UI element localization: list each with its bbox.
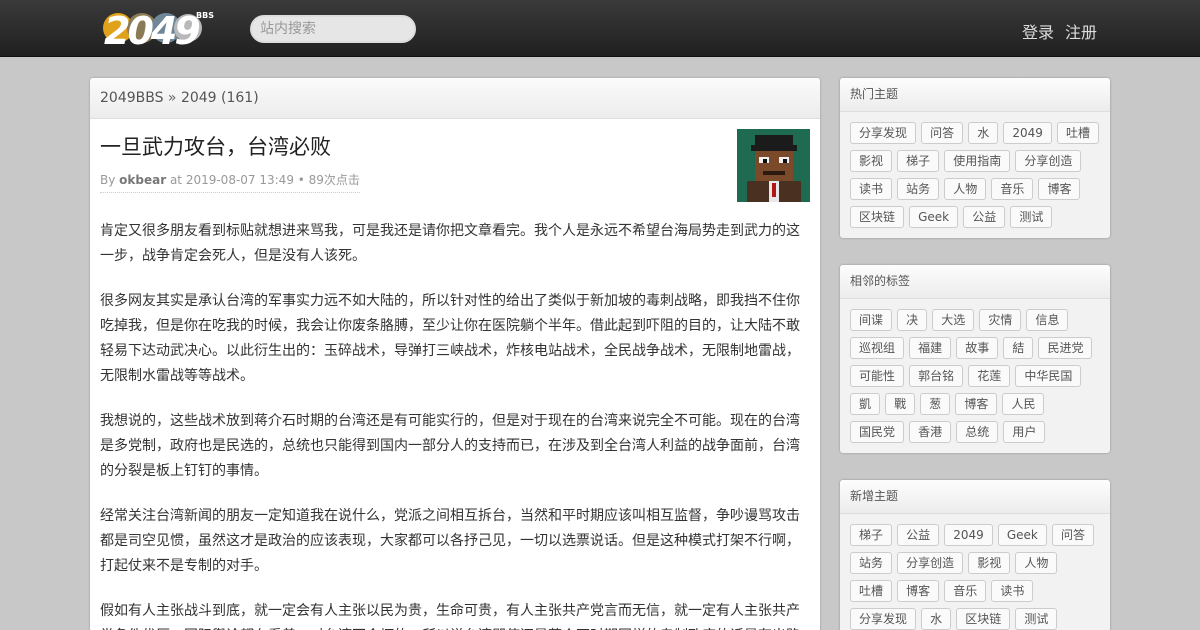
tag-link[interactable]: 水	[921, 608, 952, 630]
tag-link[interactable]: 凱	[850, 393, 881, 415]
tag-link[interactable]: 灾情	[979, 309, 1022, 331]
logo-graphic: 2049 BBS	[103, 9, 214, 53]
tag-link[interactable]: 結	[1003, 337, 1034, 359]
tag-link[interactable]: 读书	[991, 580, 1034, 602]
post-paragraph: 肯定又很多朋友看到标贴就想进来骂我，可是我还是请你把文章看完。我个人是永远不希望…	[100, 223, 800, 264]
tag-link[interactable]: 博客	[955, 393, 998, 415]
tag-link[interactable]: 音乐	[944, 580, 987, 602]
tag-link[interactable]: 人物	[944, 178, 987, 200]
site-logo[interactable]: 2049 BBS	[102, 6, 217, 53]
tag-link[interactable]: 香港	[909, 421, 952, 443]
logo-subtext: BBS	[196, 11, 214, 20]
tag-link[interactable]: 站务	[897, 178, 940, 200]
tag-link[interactable]: 2049	[1003, 122, 1052, 144]
tag-link[interactable]: 使用指南	[944, 150, 1011, 172]
tag-link[interactable]: Geek	[997, 524, 1047, 546]
tag-link[interactable]: 水	[968, 122, 999, 144]
post-panel: 2049BBS » 2049 (161) 一旦武力攻台，台湾必败 By okbe…	[90, 78, 820, 630]
tag-link[interactable]: 吐槽	[850, 580, 893, 602]
tag-link[interactable]: 问答	[1051, 524, 1094, 546]
tag-link[interactable]: 测试	[1015, 608, 1058, 630]
tag-link[interactable]: 2049	[944, 524, 993, 546]
top-navigation-bar: 2049 BBS 登录 注册	[0, 0, 1200, 57]
tag-link[interactable]: 站务	[850, 552, 893, 574]
login-link[interactable]: 登录	[1022, 19, 1054, 43]
breadcrumb-node-link[interactable]: 2049 (161)	[181, 90, 259, 106]
hot-topics-tags: 分享发现 问答 水 2049 吐槽 影视 梯子 使用指南 分享创造 读书 站务 …	[840, 112, 1110, 238]
tag-link[interactable]: 花莲	[968, 365, 1011, 387]
tag-link[interactable]: 民进党	[1038, 337, 1093, 359]
tag-link[interactable]: 间谍	[850, 309, 893, 331]
tag-link[interactable]: 总统	[956, 421, 999, 443]
post-content: 肯定又很多朋友看到标贴就想进来骂我，可是我还是请你把文章看完。我个人是永远不希望…	[90, 219, 820, 630]
tag-link[interactable]: 故事	[956, 337, 999, 359]
new-topics-title: 新增主题	[840, 480, 1110, 514]
tag-link[interactable]: 区块链	[850, 206, 905, 228]
tag-link[interactable]: 分享发现	[850, 122, 917, 144]
author-avatar[interactable]	[737, 129, 810, 202]
tag-link[interactable]: 决	[897, 309, 928, 331]
post-paragraph: 假如有人主张战斗到底，就一定会有人主张以民为贵，生命可贵，有人主张共产党言而无信…	[100, 603, 800, 630]
new-topics-box: 新增主题 梯子 公益 2049 Geek 问答 站务 分享创造 影视 人物 吐槽…	[840, 480, 1110, 630]
tag-link[interactable]: 巡视组	[850, 337, 905, 359]
breadcrumb: 2049BBS » 2049 (161)	[90, 78, 820, 119]
avatar-pixel-art	[737, 129, 810, 202]
meta-time-views: at 2019-08-07 13:49 • 89次点击	[166, 173, 360, 187]
tag-link[interactable]: 吐槽	[1056, 122, 1099, 144]
tag-link[interactable]: 人物	[1015, 552, 1058, 574]
post-title: 一旦武力攻台，台湾必败	[100, 135, 331, 159]
breadcrumb-separator: »	[163, 90, 181, 106]
tag-link[interactable]: 读书	[850, 178, 893, 200]
breadcrumb-site-link[interactable]: 2049BBS	[100, 90, 163, 106]
tag-link[interactable]: 公益	[897, 524, 940, 546]
tag-link[interactable]: 梯子	[897, 150, 940, 172]
related-tags-list: 间谍 决 大选 灾情 信息 巡视组 福建 故事 結 民进党 可能性 郭台铭 花莲…	[840, 299, 1110, 453]
tag-link[interactable]: 信息	[1026, 309, 1069, 331]
post-paragraph: 经常关注台湾新闻的朋友一定知道我在说什么，党派之间相互拆台，当然和平时期应该叫相…	[100, 508, 800, 574]
tag-link[interactable]: 人民	[1002, 393, 1045, 415]
tag-link[interactable]: 中华民国	[1015, 365, 1082, 387]
tag-link[interactable]: 梯子	[850, 524, 893, 546]
meta-by-label: By	[100, 173, 120, 187]
tag-link[interactable]: 分享创造	[897, 552, 964, 574]
related-tags-box: 相邻的标签 间谍 决 大选 灾情 信息 巡视组 福建 故事 結 民进党 可能性 …	[840, 265, 1110, 453]
tag-link[interactable]: 博客	[897, 580, 940, 602]
register-link[interactable]: 注册	[1065, 19, 1097, 43]
tag-link[interactable]: 博客	[1038, 178, 1081, 200]
tag-link[interactable]: 用户	[1003, 421, 1046, 443]
tag-link[interactable]: 郭台铭	[909, 365, 964, 387]
tag-link[interactable]: 影视	[850, 150, 893, 172]
tag-link[interactable]: 可能性	[850, 365, 905, 387]
tag-link[interactable]: 国民党	[850, 421, 905, 443]
post-header: 一旦武力攻台，台湾必败 By okbear at 2019-08-07 13:4…	[90, 119, 820, 219]
tag-link[interactable]: 大选	[932, 309, 975, 331]
tag-link[interactable]: 影视	[968, 552, 1011, 574]
new-topics-tags: 梯子 公益 2049 Geek 问答 站务 分享创造 影视 人物 吐槽 博客 音…	[840, 514, 1110, 630]
tag-link[interactable]: 葱	[920, 393, 951, 415]
logo-text: 2049	[104, 9, 199, 50]
post-meta: By okbear at 2019-08-07 13:49 • 89次点击	[100, 171, 360, 193]
post-paragraph: 我想说的，这些战术放到蒋介石时期的台湾还是有可能实行的，但是对于现在的台湾来说完…	[100, 413, 800, 479]
related-tags-title: 相邻的标签	[840, 265, 1110, 299]
tag-link[interactable]: 戰	[885, 393, 916, 415]
author-link[interactable]: okbear	[119, 173, 166, 187]
tag-link[interactable]: 公益	[963, 206, 1006, 228]
tag-link[interactable]: 福建	[909, 337, 952, 359]
tag-link[interactable]: 问答	[921, 122, 964, 144]
search-input[interactable]	[250, 15, 416, 43]
post-paragraph: 很多网友其实是承认台湾的军事实力远不如大陆的，所以针对性的给出了类似于新加坡的毒…	[100, 293, 800, 384]
tag-link[interactable]: 区块链	[956, 608, 1011, 630]
tag-link[interactable]: 音乐	[991, 178, 1034, 200]
hot-topics-title: 热门主题	[840, 78, 1110, 112]
hot-topics-box: 热门主题 分享发现 问答 水 2049 吐槽 影视 梯子 使用指南 分享创造 读…	[840, 78, 1110, 238]
tag-link[interactable]: Geek	[909, 206, 959, 228]
tag-link[interactable]: 测试	[1010, 206, 1053, 228]
tag-link[interactable]: 分享创造	[1015, 150, 1082, 172]
tag-link[interactable]: 分享发现	[850, 608, 917, 630]
